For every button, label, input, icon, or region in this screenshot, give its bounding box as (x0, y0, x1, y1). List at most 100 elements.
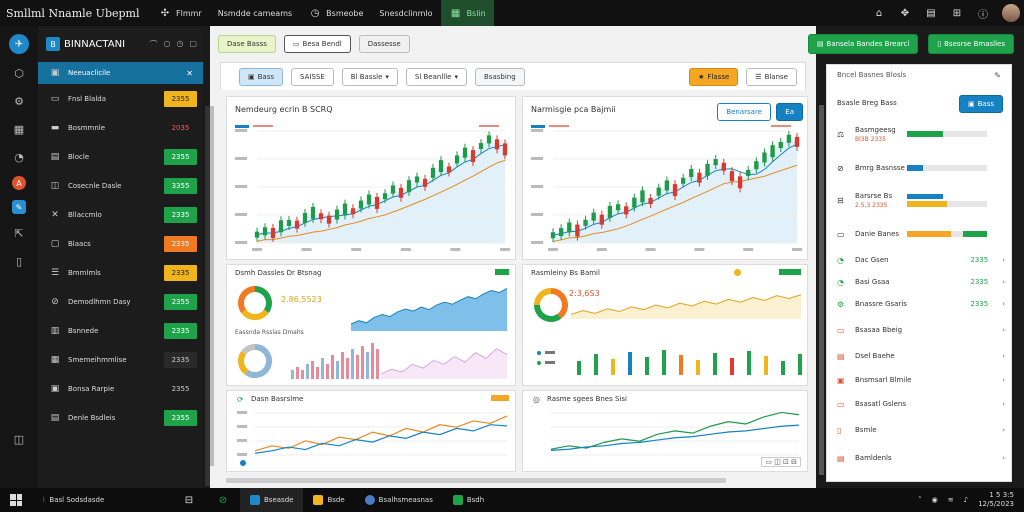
sidebar-item-6[interactable]: ▢ Blaacs 2335 (38, 229, 203, 258)
chevron-right-icon[interactable]: › (1002, 352, 1005, 360)
document-icon[interactable]: ✎ (12, 200, 26, 214)
right-panel-row-10[interactable]: ▭ Bsasatl Gslens › (837, 395, 1005, 413)
chevron-right-icon[interactable]: › (1002, 426, 1005, 434)
taskbar-app-1[interactable]: Bseasde (240, 488, 304, 512)
tab-0[interactable]: ✣ Flmmr (150, 0, 210, 26)
file-icon[interactable]: ▯ (10, 252, 28, 270)
bar (662, 350, 666, 375)
clock[interactable]: 1 5 3:5 12/5/2023 (978, 491, 1014, 509)
right-panel-row-6[interactable]: ⚙ Bnassre Gsaris 2335 › (837, 295, 1005, 313)
tab-2[interactable]: ◷ Bsmeobe (300, 0, 371, 26)
gear-icon[interactable]: ⚙ (10, 92, 28, 110)
toolbar-btn-2[interactable]: ▭ Besa Bendl (283, 35, 351, 53)
taskbar-icon-2[interactable]: ⊘ (206, 488, 240, 512)
wifi-icon[interactable]: ≋ (948, 496, 954, 504)
right-panel-row-5[interactable]: ◔ Basi Gsaa 2335 › (837, 273, 1005, 291)
search-icon[interactable]: ◎ (533, 395, 540, 404)
taskbar-app-2[interactable]: Bsde (303, 488, 354, 512)
alert-icon[interactable]: A (12, 176, 26, 190)
main-hscrollbar[interactable] (226, 478, 726, 483)
sidebar-item-4[interactable]: ◫ Cosecnle Dasle 3355 (38, 171, 203, 200)
chart-btn-7[interactable]: ☰ Blanse (746, 67, 797, 86)
refresh-icon[interactable]: ⟳ (237, 395, 244, 404)
sidebar-item-12[interactable]: ▤ Denle Bsdleis 2355 (38, 403, 203, 432)
sidebar-item-7[interactable]: ☰ Bmmlmls 2335 (38, 258, 203, 287)
edit-icon[interactable]: ✎ (994, 71, 1001, 80)
bird-logo-icon[interactable]: ✈ (9, 34, 29, 54)
pager-icons[interactable]: ▭ ◫ ⊡ ⊟ (761, 457, 801, 467)
sidebar-item-0[interactable]: ▣ Neeuaclicile ✕ (38, 62, 203, 84)
right-panel-row-0[interactable]: ⚖ Basmgeesg Bl3B 2335 (837, 125, 1005, 143)
volume-icon[interactable]: ♪ (964, 496, 968, 504)
right-panel-row-11[interactable]: ▯ Bsmle › (837, 421, 1005, 439)
export-icon[interactable]: ⇱ (10, 224, 28, 242)
chart-btn-6[interactable]: ★ Flasse (689, 67, 739, 86)
chart-btn-5[interactable]: Bsasbing (475, 67, 525, 86)
chart-btn-2[interactable]: SAISSE (291, 67, 334, 86)
right-panel-row-4[interactable]: ◔ Dac Gsen 2335 › (837, 251, 1005, 269)
right-panel-scrollbar[interactable] (819, 105, 824, 475)
chevron-right-icon[interactable]: › (1002, 300, 1005, 308)
main-vscrollbar[interactable] (210, 106, 214, 466)
taskbar-search[interactable]: ⌇ Basl Sodsdasde (32, 488, 172, 512)
candlestick-chart-right[interactable] (527, 125, 805, 257)
clock-icon[interactable]: ◔ (10, 148, 28, 166)
taskbar-app-3[interactable]: Bsalhsmeasnas (355, 488, 443, 512)
line-chart-bottom-left[interactable] (231, 407, 513, 469)
toolbar-btn-1[interactable]: Dase Basss (218, 35, 276, 53)
tab-1[interactable]: Nsmdde cameams (210, 0, 300, 26)
tab-3[interactable]: Snesdclinmlo (371, 0, 440, 26)
taskbar-icon-1[interactable]: ⊟ (172, 488, 206, 512)
minimize-icon[interactable]: ⌒ (149, 39, 157, 50)
right-panel-row-9[interactable]: ▣ Bnsmsarl Blmile › (837, 371, 1005, 389)
chevron-right-icon[interactable]: › (1002, 278, 1005, 286)
chevron-up-icon[interactable]: ˄ (918, 496, 922, 504)
chart-btn-3[interactable]: Bl Bassle ▾ (341, 67, 398, 86)
panel-2-btn-1[interactable]: Benarsare (717, 103, 771, 121)
sidebar-item-10[interactable]: ▦ Smemeihmmlise 2335 (38, 345, 203, 374)
circle-icon[interactable]: ○ (163, 39, 170, 50)
chevron-right-icon[interactable]: › (1002, 400, 1005, 408)
candlestick-chart-left[interactable] (231, 125, 513, 257)
chevron-right-icon[interactable]: › (1002, 454, 1005, 462)
right-panel-row-7[interactable]: ▭ Bsasaa Bbeig › (837, 321, 1005, 339)
clock-icon[interactable]: ◷ (176, 39, 183, 50)
right-panel-btn[interactable]: ▣ Bass (958, 95, 1003, 113)
sidebar-item-3[interactable]: ▤ Blocle 2355 (38, 142, 203, 171)
tab-4[interactable]: ▦ Bslin (440, 0, 494, 26)
right-panel-row-12[interactable]: ▤ Bamldenls › (837, 449, 1005, 467)
chevron-right-icon[interactable]: › (1002, 256, 1005, 264)
top-right-btn-2[interactable]: ▯ Bsesrse Bmaslles (928, 34, 1014, 54)
home-icon[interactable]: ⌂ (872, 6, 886, 20)
right-panel-row-2[interactable]: ⊟ Barsrse Bs 2.5,3 2335 (837, 191, 1005, 209)
settings-icon[interactable]: ◫ (10, 430, 28, 448)
sidebar-item-8[interactable]: ⊘ Demodlhmn Dasy 2355 (38, 287, 203, 316)
cube-icon[interactable]: ⬡ (10, 64, 28, 82)
avatar[interactable] (1002, 4, 1020, 22)
chart-btn-4[interactable]: Sl Beanllle ▾ (405, 67, 467, 86)
chevron-right-icon[interactable]: › (1002, 326, 1005, 334)
chart-btn-1[interactable]: ▣ Bass (239, 67, 284, 86)
grid-icon[interactable]: ▦ (10, 120, 28, 138)
taskbar-app-4[interactable]: Bsdh (443, 488, 494, 512)
puzzle-icon[interactable]: ✥ (898, 6, 912, 20)
right-panel-row-8[interactable]: ▤ Dsel Baehe › (837, 347, 1005, 365)
expand-icon[interactable]: ⊞ (950, 6, 964, 20)
sidebar-item-5[interactable]: ✕ Bllaccmlo 2335 (38, 200, 203, 229)
alert-icon[interactable]: ⓘ (976, 6, 990, 21)
start-button[interactable] (0, 488, 32, 512)
sidebar-item-9[interactable]: ▥ Bsnnede 2335 (38, 316, 203, 345)
calendar-icon[interactable]: ▤ (924, 6, 938, 20)
right-panel-row-3[interactable]: ▭ Danie Banes (837, 225, 1005, 243)
right-panel-row-1[interactable]: ⊘ Bmrg Basnsse (837, 159, 1005, 177)
chevron-right-icon[interactable]: › (1002, 376, 1005, 384)
sidebar-item-11[interactable]: ▣ Bonsa Rarpie 2355 (38, 374, 203, 403)
dots-icon[interactable]: ▢ (189, 39, 197, 50)
network-icon[interactable]: ◉ (932, 496, 938, 504)
sidebar-item-1[interactable]: ▭ Fnsl Blalda 2355 (38, 84, 203, 113)
close-icon[interactable]: ✕ (186, 69, 193, 78)
panel-2-btn-2[interactable]: Ea (776, 103, 803, 121)
top-right-btn-1[interactable]: ▤ Bansela Bandes Brearcl (807, 34, 919, 54)
toolbar-btn-3[interactable]: Dassesse (358, 35, 410, 53)
sidebar-item-2[interactable]: ▬ Bosmmnle 2035 (38, 113, 203, 142)
